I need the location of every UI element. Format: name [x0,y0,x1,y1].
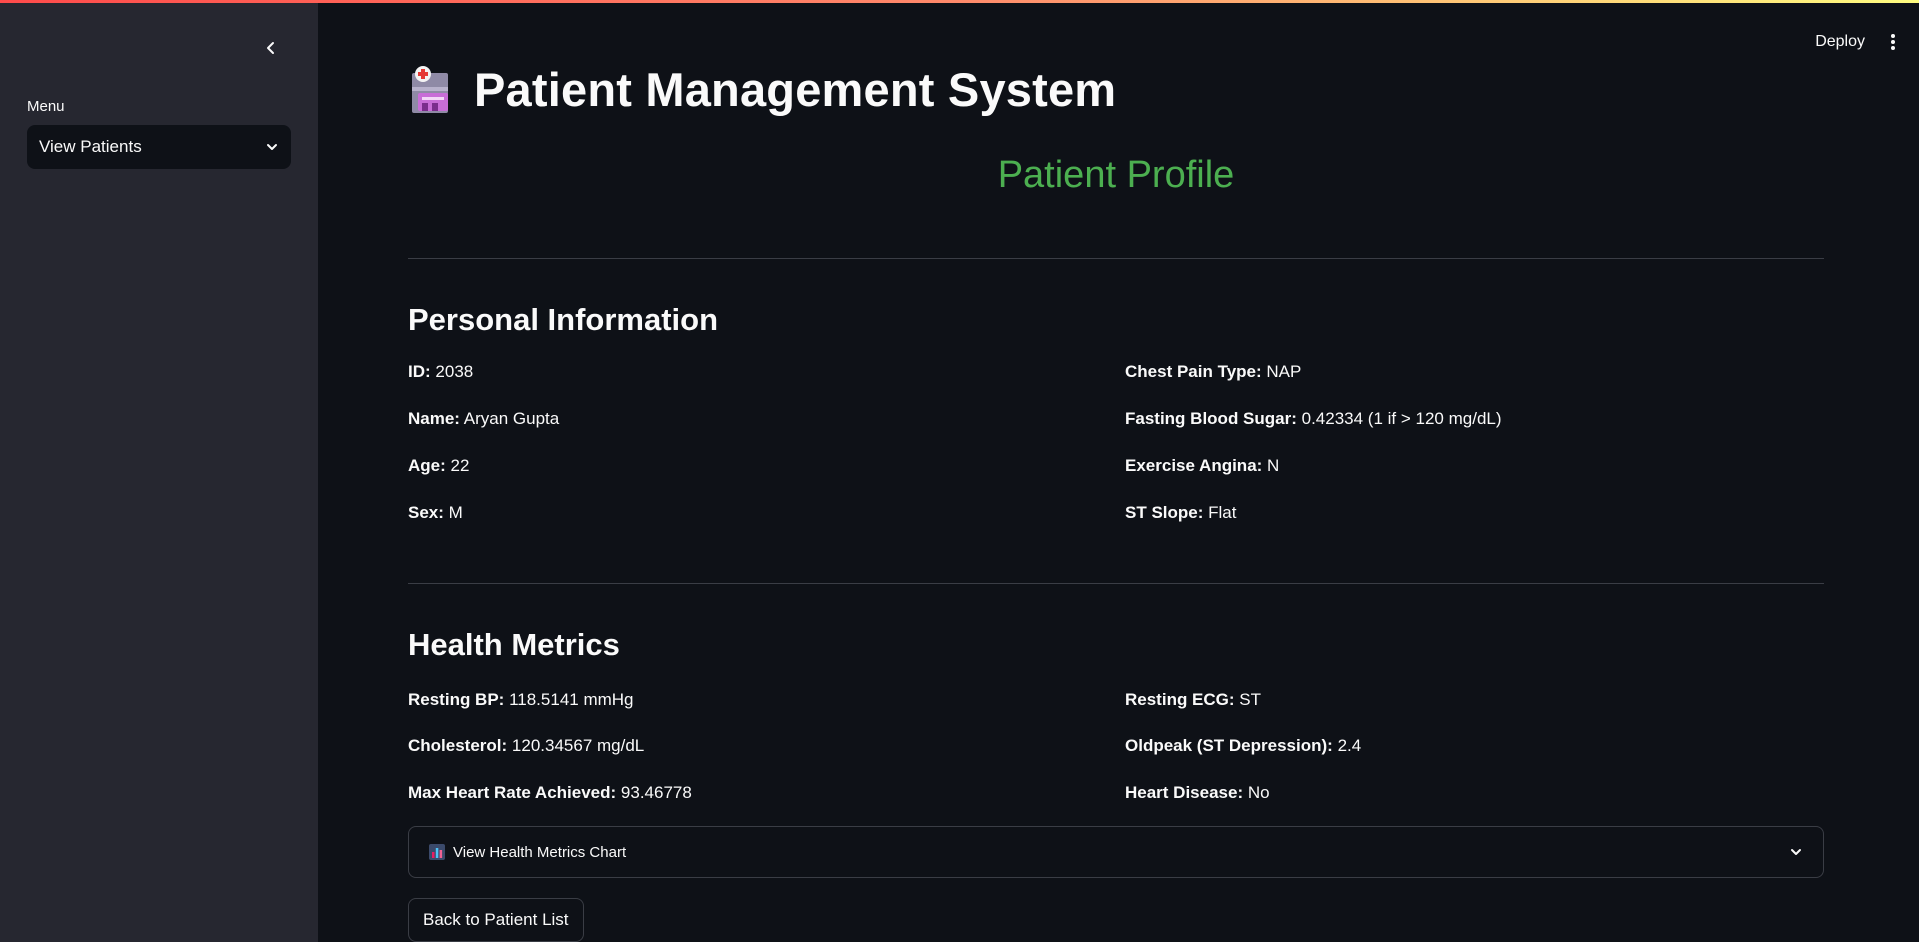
field-label: Sex: [408,503,444,522]
field-label: Resting ECG: [1125,690,1235,709]
more-vertical-icon [1891,34,1895,50]
field-label: ID: [408,362,431,381]
personal-info-title: Personal Information [408,302,719,337]
deploy-button[interactable]: Deploy [1815,33,1865,51]
chevron-down-icon [1791,849,1801,855]
field-label: Name: [408,409,460,428]
chevron-left-icon [267,42,274,54]
field-max-heart-rate: Max Heart Rate Achieved: 93.46778 [408,783,692,803]
field-label: Resting BP: [408,690,505,709]
expander-header: View Health Metrics Chart [429,844,626,861]
field-value: 0.42334 (1 if > 120 mg/dL) [1301,409,1502,428]
menu-label: Menu [27,98,65,115]
field-chest-pain-type: Chest Pain Type: NAP [1125,362,1301,382]
divider [408,583,1824,584]
field-label: Chest Pain Type: [1125,362,1262,381]
collapse-sidebar-button[interactable] [259,36,283,60]
divider [408,258,1824,259]
field-st-slope: ST Slope: Flat [1125,503,1236,523]
field-label: Oldpeak (ST Depression): [1125,736,1333,755]
field-id: ID: 2038 [408,362,473,382]
field-value: No [1247,783,1270,802]
top-decoration-bar [0,0,1919,3]
field-value: NAP [1266,362,1302,381]
title-row: Patient Management System [408,62,1116,117]
field-label: ST Slope: [1125,503,1204,522]
profile-heading: Patient Profile [997,154,1235,196]
field-label: Age: [408,456,446,475]
field-label: Fasting Blood Sugar: [1125,409,1297,428]
field-heart-disease: Heart Disease: No [1125,783,1270,803]
field-fasting-blood-sugar: Fasting Blood Sugar: 0.42334 (1 if > 120… [1125,409,1502,429]
health-metrics-chart-expander[interactable]: View Health Metrics Chart [408,826,1824,878]
field-exercise-angina: Exercise Angina: N [1125,456,1279,476]
chevron-down-icon [267,144,277,150]
menu-select[interactable]: View Patients [27,125,291,169]
health-metrics-title: Health Metrics [408,627,620,662]
field-value: ST [1239,690,1262,709]
field-value: 2038 [435,362,474,381]
field-value: 120.34567 mg/dL [511,736,645,755]
field-oldpeak: Oldpeak (ST Depression): 2.4 [1125,736,1361,756]
main-menu-button[interactable] [1883,30,1903,54]
field-value: 93.46778 [620,783,692,802]
menu-select-value: View Patients [39,137,142,156]
field-value: N [1267,456,1280,475]
field-resting-bp: Resting BP: 118.5141 mmHg [408,690,634,710]
field-label: Heart Disease: [1125,783,1244,802]
field-age: Age: 22 [408,456,469,476]
hospital-icon [412,65,448,113]
field-value: M [448,503,463,522]
field-value: Aryan Gupta [463,409,560,428]
field-value: Flat [1208,503,1237,522]
sidebar: Menu View Patients [0,0,318,942]
field-sex: Sex: M [408,503,463,523]
header-actions: Deploy [1815,30,1903,54]
bar-chart-icon [429,844,445,860]
page-title: Patient Management System [474,63,1117,116]
field-label: Exercise Angina: [1125,456,1263,475]
field-value: 22 [450,456,470,475]
field-resting-ecg: Resting ECG: ST [1125,690,1261,710]
field-label: Max Heart Rate Achieved: [408,783,617,802]
expander-label: View Health Metrics Chart [453,843,627,861]
back-to-patient-list-button[interactable]: Back to Patient List [408,898,584,942]
field-label: Cholesterol: [408,736,508,755]
field-name: Name: Aryan Gupta [408,409,559,429]
field-value: 2.4 [1337,736,1362,755]
field-cholesterol: Cholesterol: 120.34567 mg/dL [408,736,644,756]
field-value: 118.5141 mmHg [509,690,634,709]
